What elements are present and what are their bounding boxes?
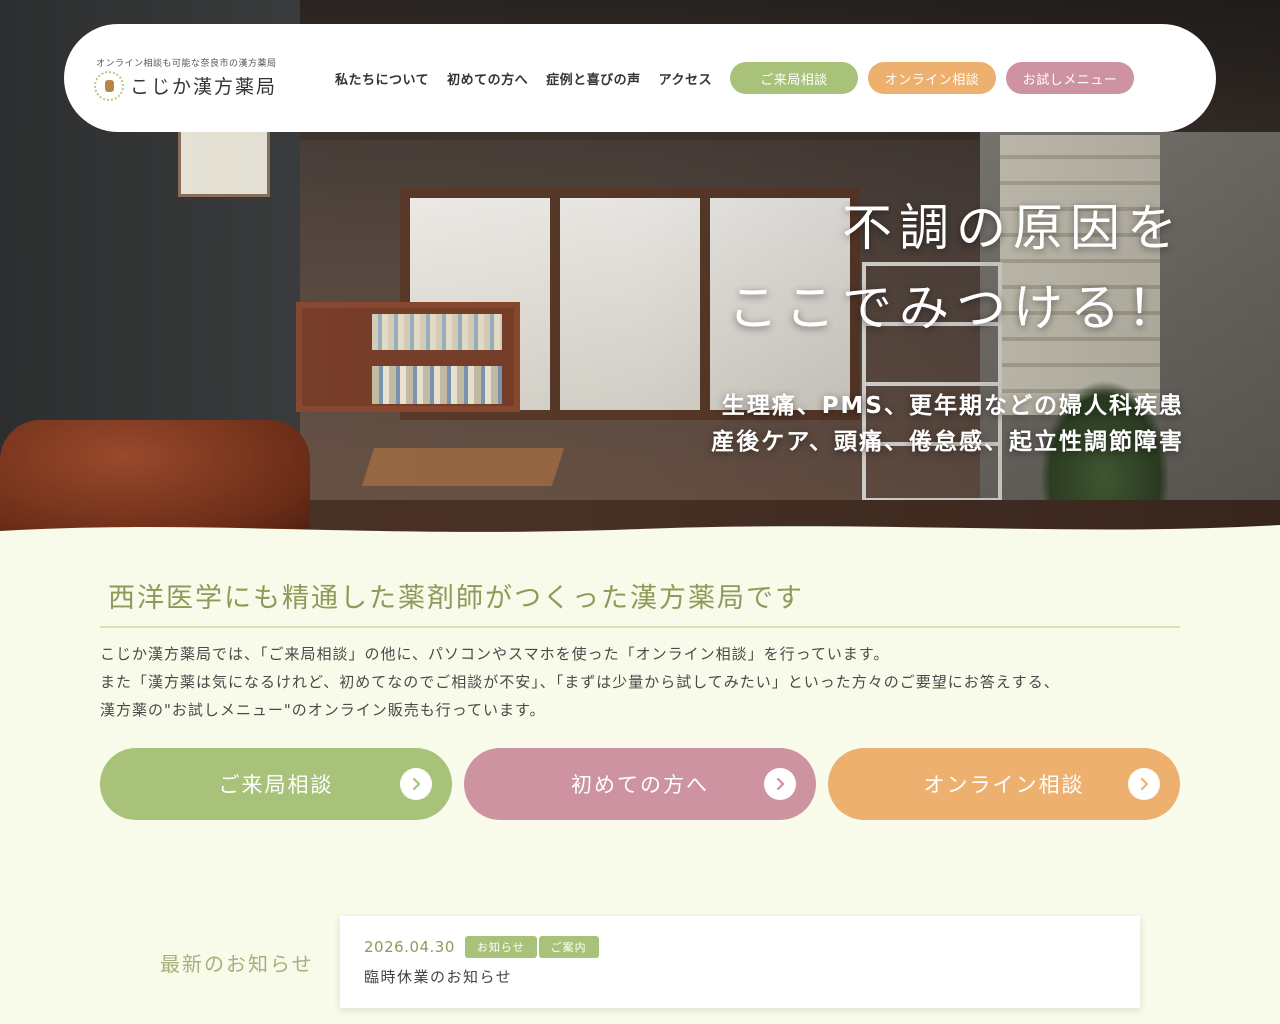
deer-logo-icon [94, 70, 124, 101]
first-time-button[interactable]: 初めての方へ [464, 748, 816, 820]
online-consultation-pill[interactable]: オンライン相談 [868, 62, 997, 94]
intro-paragraph-line: こじか漢方薬局では、「ご来局相談」の他に、パソコンやスマホを使った「オンライン相… [100, 645, 890, 663]
nav-access[interactable]: アクセス [659, 69, 712, 88]
cta-label: 初めての方へ [571, 773, 709, 797]
visit-consultation-button[interactable]: ご来局相談 [100, 748, 452, 820]
hero-sub-line-2: 産後ケア、頭痛、倦怠感、起立性調節障害 [711, 429, 1184, 455]
news-tag: お知らせ [464, 936, 537, 958]
hero-wave-edge [0, 525, 1280, 540]
nav-cases[interactable]: 症例と喜びの声 [546, 69, 641, 88]
brand-tagline: オンライン相談も可能な奈良市の漢方薬局 [96, 58, 277, 69]
brand-logo-link[interactable]: オンライン相談も可能な奈良市の漢方薬局 こじか漢方薬局 [94, 56, 277, 101]
trial-menu-pill[interactable]: お試しメニュー [1006, 62, 1135, 94]
site-header: オンライン相談も可能な奈良市の漢方薬局 こじか漢方薬局 私たちについて 初めての… [64, 24, 1216, 132]
news-tag: ご案内 [538, 936, 599, 958]
hero-headline-line-2: ここでみつける！ [728, 279, 1184, 337]
online-consultation-button[interactable]: オンライン相談 [828, 748, 1180, 820]
news-date: 2026.04.30 [364, 938, 455, 956]
news-section-label: 最新のお知らせ [160, 952, 314, 976]
cta-label: オンライン相談 [923, 773, 1085, 797]
intro-divider [100, 626, 1180, 628]
hero-subtext: 生理痛、PMS、更年期などの婦人科疾患 産後ケア、頭痛、倦怠感、起立性調節障害 [711, 388, 1184, 460]
hero-headline: 不調の原因を ここでみつける！ [711, 188, 1184, 348]
hero-sub-line-1: 生理痛、PMS、更年期などの婦人科疾患 [721, 393, 1184, 419]
news-title: 臨時休業のお知らせ [364, 968, 513, 986]
intro-body: こじか漢方薬局では、「ご来局相談」の他に、パソコンやスマホを使った「オンライン相… [100, 640, 1200, 724]
news-meta: 2026.04.30 お知らせ ご案内 [364, 936, 1116, 958]
nav-first-time[interactable]: 初めての方へ [447, 69, 528, 88]
hero-headline-line-1: 不調の原因を [842, 199, 1184, 257]
intro-paragraph-line: 漢方薬の"お試しメニュー"のオンライン販売も行っています。 [100, 701, 546, 719]
chevron-right-icon [764, 768, 796, 800]
brand-name: こじか漢方薬局 [130, 76, 278, 98]
cta-buttons: ご来局相談 初めての方へ オンライン相談 [100, 748, 1180, 820]
brand-name-row: こじか漢方薬局 [94, 70, 278, 101]
hero-copy: 不調の原因を ここでみつける！ 生理痛、PMS、更年期などの婦人科疾患 産後ケア… [711, 188, 1184, 460]
news-item[interactable]: 2026.04.30 お知らせ ご案内 臨時休業のお知らせ [340, 916, 1140, 1008]
main-nav: 私たちについて 初めての方へ 症例と喜びの声 アクセス [335, 69, 712, 88]
header-pill-buttons: ご来局相談 オンライン相談 お試しメニュー [730, 62, 1135, 94]
chevron-right-icon [400, 768, 432, 800]
nav-about[interactable]: 私たちについて [335, 69, 429, 88]
intro-title: 西洋医学にも精通した薬剤師がつくった漢方薬局です [108, 583, 804, 614]
intro-paragraph-line: また「漢方薬は気になるけれど、初めてなのでご相談が不安」、「まずは少量から試して… [100, 673, 1060, 691]
chevron-right-icon [1128, 768, 1160, 800]
visit-consultation-pill[interactable]: ご来局相談 [730, 62, 859, 94]
cta-label: ご来局相談 [218, 773, 334, 797]
